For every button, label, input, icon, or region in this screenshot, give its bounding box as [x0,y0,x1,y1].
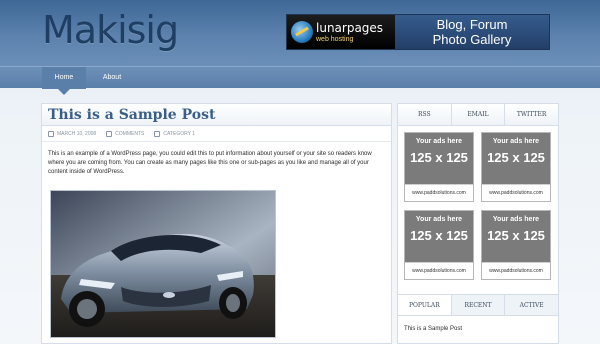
post-meta: MARCH 10, 2008 COMMENTS CATEGORY 1 [42,126,391,142]
nav-item-home[interactable]: Home [42,67,86,95]
ad-url: www.paddsolutions.com [405,184,473,201]
banner-logo-name: lunarpages [316,20,384,35]
ad-heading: Your ads here [415,138,463,145]
post-date: MARCH 10, 2008 [57,130,97,137]
site-title[interactable]: Makisig [42,8,179,52]
post-car-image [50,190,276,338]
ad-heading: Your ads here [492,138,540,145]
ad-size: 125 x 125 [487,150,545,165]
popular-tabs: POPULAR RECENT ACTIVE [398,294,558,316]
post-title[interactable]: This is a Sample Post [48,104,391,126]
tab-recent[interactable]: RECENT [452,295,506,315]
banner-line-2: Photo Gallery [432,32,512,47]
subscribe-tabs: RSS EMAIL TWITTER [398,104,558,126]
calendar-icon [48,130,54,137]
banner-text: Blog, Forum Photo Gallery [395,15,549,49]
banner-line-1: Blog, Forum [436,17,508,32]
sidebar: RSS EMAIL TWITTER Your ads here 125 x 12… [397,103,559,344]
post-category-link[interactable]: CATEGORY 1 [163,131,195,137]
tab-email[interactable]: EMAIL [452,104,506,125]
tab-active[interactable]: ACTIVE [505,295,558,315]
comment-icon [106,130,113,137]
ad-size: 125 x 125 [410,150,468,165]
ad-url: www.paddsolutions.com [482,184,550,201]
ad-size: 125 x 125 [487,228,545,243]
ad-url: www.paddsolutions.com [405,262,473,279]
banner-logo: lunarpages web hosting [287,15,395,49]
ad-heading: Your ads here [415,216,463,223]
ad-heading: Your ads here [492,216,540,223]
post-body-text: This is an example of a WordPress page, … [48,151,372,175]
post-title-bar: This is a Sample Post [42,104,391,126]
ad-slot-4[interactable]: Your ads here 125 x 125 www.paddsolution… [481,210,551,280]
tab-twitter[interactable]: TWITTER [505,104,558,125]
ad-slot-1[interactable]: Your ads here 125 x 125 www.paddsolution… [404,132,474,202]
category-icon [154,130,161,137]
tab-rss[interactable]: RSS [398,104,452,125]
popular-post-link[interactable]: This is a Sample Post [404,326,462,332]
post-card: This is a Sample Post MARCH 10, 2008 COM… [41,103,392,344]
nav-item-about[interactable]: About [92,67,132,89]
banner-logo-sub: web hosting [316,35,354,43]
lunarpages-logo-icon [291,21,313,43]
ad-slot-3[interactable]: Your ads here 125 x 125 www.paddsolution… [404,210,474,280]
ad-size: 125 x 125 [410,228,468,243]
main-nav: Home About [0,66,600,95]
ad-url: www.paddsolutions.com [482,262,550,279]
post-comments-link[interactable]: COMMENTS [115,131,144,137]
site-header: Makisig lunarpages web hosting Blog, For… [0,0,600,66]
car-illustration [51,191,275,337]
ad-slot-2[interactable]: Your ads here 125 x 125 www.paddsolution… [481,132,551,202]
tab-popular[interactable]: POPULAR [398,295,452,315]
hosting-banner-ad[interactable]: lunarpages web hosting Blog, Forum Photo… [286,14,550,50]
